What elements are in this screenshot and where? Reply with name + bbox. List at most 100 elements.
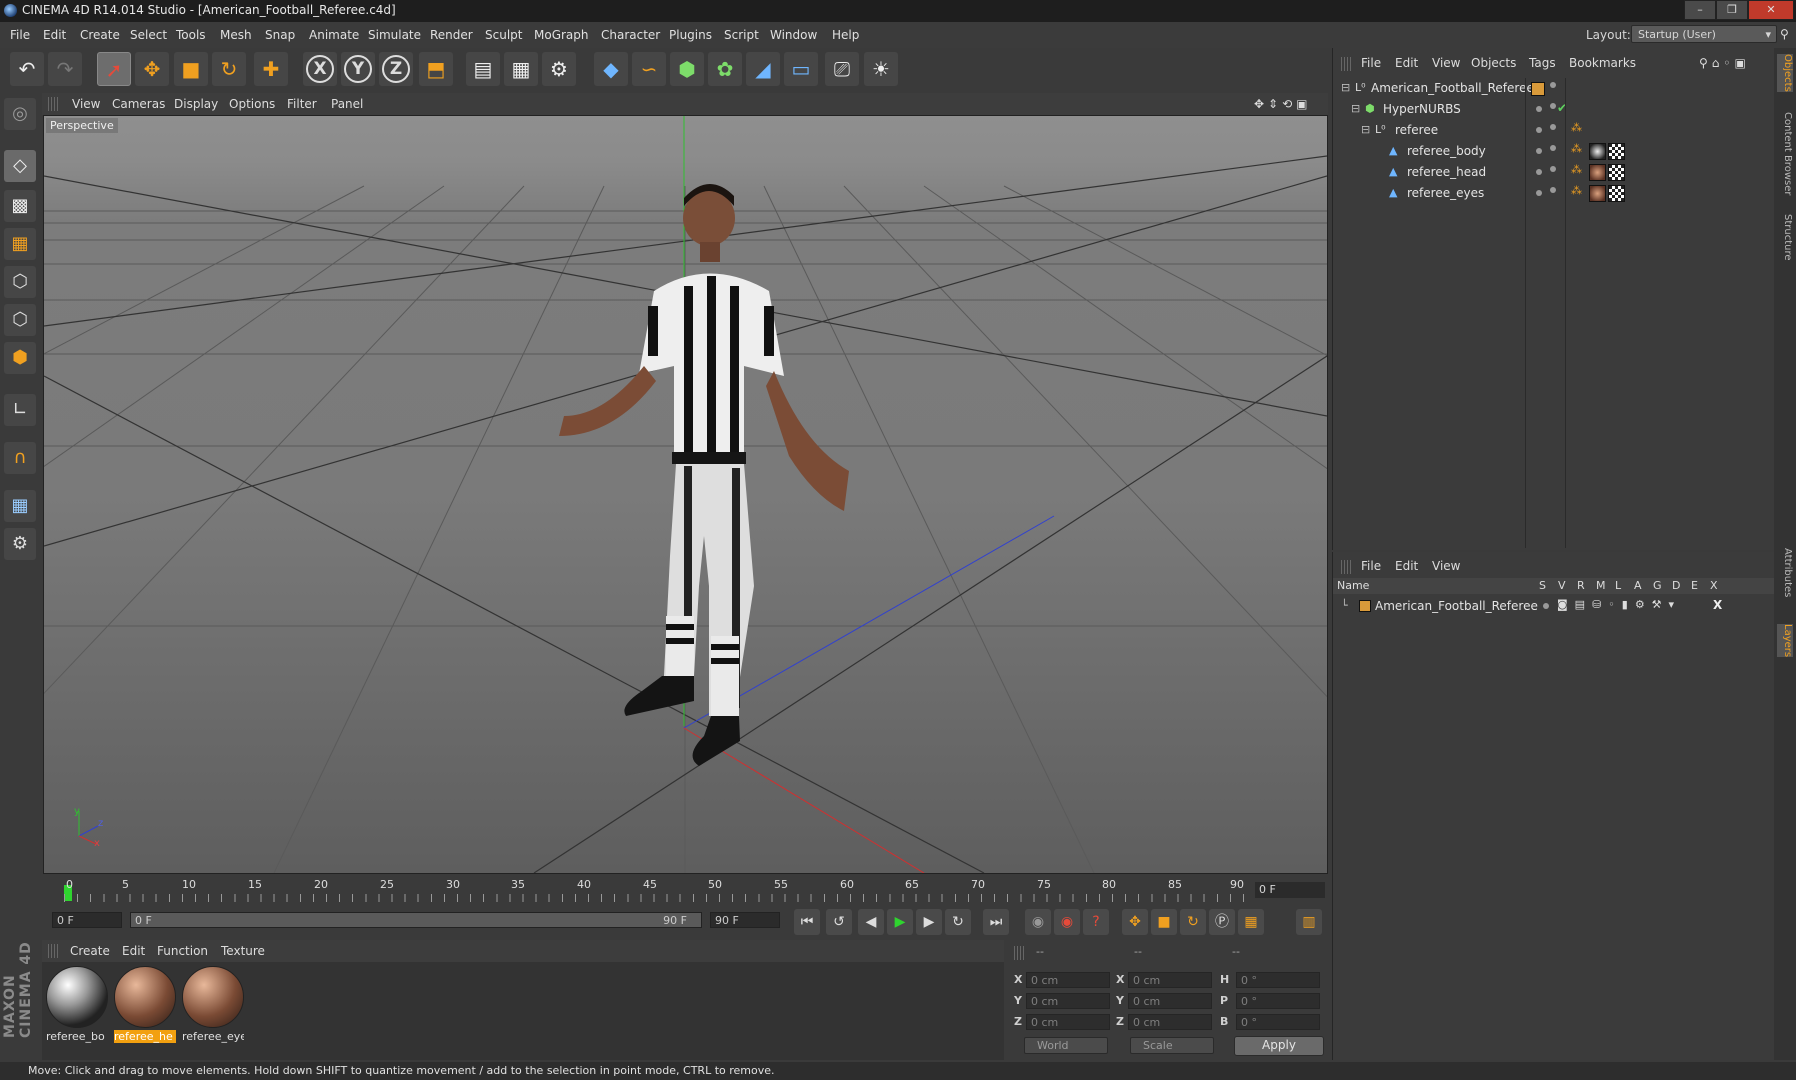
polygons-mode-icon[interactable]: ⬢	[4, 342, 36, 374]
maximize-button[interactable]: ❐	[1716, 0, 1748, 20]
start-frame-field[interactable]: 0 F	[52, 912, 122, 928]
tree-item-american-football-referee[interactable]: ⊟ L⁰ American_Football_Referee	[1333, 78, 1773, 98]
cube-icon[interactable]: ◆	[594, 52, 628, 86]
panel-grip-icon[interactable]	[1014, 946, 1024, 960]
frame-ruler[interactable]: 0 5 10 15 20 25 30 35 40 45 50 55 60 65 …	[52, 878, 1252, 902]
render-view-icon[interactable]: ▤	[466, 52, 500, 86]
tab-layers[interactable]: Layers	[1777, 624, 1793, 658]
column-name[interactable]: Name	[1337, 579, 1369, 592]
coordinate-mode-dropdown[interactable]: World	[1024, 1037, 1108, 1054]
menu-render[interactable]: Render	[430, 28, 473, 42]
tree-item-hypernurbs[interactable]: ⊟ ⬢ HyperNURBS ✔	[1333, 99, 1773, 119]
redo-icon[interactable]: ↷	[48, 52, 82, 86]
size-z-field[interactable]: 0 cm	[1128, 1014, 1212, 1030]
light-icon[interactable]: ☀	[864, 52, 898, 86]
uvw-tag-icon[interactable]	[1608, 143, 1625, 160]
layer-flag-icons[interactable]: ◙▤⛁◦▮⚙⚒▾	[1557, 598, 1681, 611]
layer-color-swatch[interactable]	[1359, 600, 1371, 612]
viewport-menu-display[interactable]: Display	[174, 97, 218, 111]
y-axis-icon[interactable]: Y	[341, 52, 375, 86]
material-referee-eyes[interactable]: referee_eye	[182, 966, 244, 1044]
material-tag-head[interactable]	[1589, 164, 1606, 181]
undo-icon[interactable]: ↶	[10, 52, 44, 86]
column-locked[interactable]: L	[1615, 579, 1621, 592]
column-solo[interactable]: S	[1539, 579, 1546, 592]
visibility-dot[interactable]	[1536, 127, 1542, 133]
move-icon[interactable]: ✥	[135, 52, 169, 86]
menu-script[interactable]: Script	[724, 28, 759, 42]
coordinate-system-icon[interactable]: ⬒	[419, 52, 453, 86]
material-referee-body[interactable]: referee_bo	[46, 966, 108, 1044]
object-manager-nav-icons[interactable]: ⚲⌂◦▣	[1699, 56, 1750, 70]
coordinate-type-dropdown[interactable]: Scale	[1130, 1037, 1214, 1054]
render-dot[interactable]	[1550, 145, 1556, 151]
tab-content-browser[interactable]: Content Browser	[1777, 112, 1793, 195]
model-mode-icon[interactable]: ◇	[4, 150, 36, 182]
layer-solo-toggle[interactable]	[1543, 603, 1549, 609]
column-visible[interactable]: V	[1558, 579, 1566, 592]
visibility-dot[interactable]	[1536, 106, 1542, 112]
tree-item-referee-head[interactable]: ▲ referee_head ⁂	[1333, 162, 1773, 182]
snap-magnet-icon[interactable]: ∩	[4, 442, 36, 474]
record-keys-icon[interactable]: ◉	[1025, 909, 1051, 935]
z-axis-icon[interactable]: Z	[379, 52, 413, 86]
last-tool-icon[interactable]: ✚	[254, 52, 288, 86]
menu-character[interactable]: Character	[601, 28, 660, 42]
scale-icon[interactable]: ■	[174, 52, 208, 86]
column-render[interactable]: R	[1577, 579, 1585, 592]
uvw-tag-icon[interactable]	[1608, 164, 1625, 181]
column-animation[interactable]: A	[1634, 579, 1642, 592]
objects-menu-file[interactable]: File	[1361, 56, 1381, 70]
live-selection-icon[interactable]: ➚	[97, 52, 131, 86]
panel-grip-icon[interactable]	[1341, 560, 1351, 574]
menu-mesh[interactable]: Mesh	[220, 28, 252, 42]
spline-pen-icon[interactable]: ∽	[632, 52, 666, 86]
layers-menu-edit[interactable]: Edit	[1395, 559, 1418, 573]
soft-selection-icon[interactable]: ⚙	[4, 528, 36, 560]
column-divider[interactable]	[1525, 78, 1526, 548]
objects-menu-view[interactable]: View	[1432, 56, 1460, 70]
panel-grip-icon[interactable]	[48, 97, 58, 111]
edit-render-settings-icon[interactable]: ⚙	[542, 52, 576, 86]
keyframe-selection-icon[interactable]: ?	[1083, 909, 1109, 935]
material-referee-head[interactable]: referee_he	[114, 966, 176, 1044]
apply-button[interactable]: Apply	[1234, 1036, 1324, 1056]
column-manager[interactable]: M	[1596, 579, 1606, 592]
objects-menu-bookmarks[interactable]: Bookmarks	[1569, 56, 1636, 70]
tab-structure[interactable]: Structure	[1777, 214, 1793, 261]
phong-tag-icon[interactable]: ⁂	[1571, 163, 1582, 176]
layer-row[interactable]: └ American_Football_Referee ◙▤⛁◦▮⚙⚒▾ X	[1333, 596, 1773, 616]
render-dot[interactable]	[1550, 103, 1556, 109]
make-editable-icon[interactable]: ◎	[4, 98, 36, 130]
layers-menu-view[interactable]: View	[1432, 559, 1460, 573]
rot-h-field[interactable]: 0 °	[1236, 972, 1320, 988]
camera-icon[interactable]: ⎚	[825, 52, 859, 86]
rot-b-field[interactable]: 0 °	[1236, 1014, 1320, 1030]
timeline-ruler[interactable]: 0 5 10 15 20 25 30 35 40 45 50 55 60 65 …	[42, 874, 1330, 904]
menu-select[interactable]: Select	[130, 28, 167, 42]
viewport-menu-panel[interactable]: Panel	[331, 97, 363, 111]
next-key-icon[interactable]: ↻	[945, 909, 971, 935]
collapse-icon[interactable]: ⊟	[1351, 102, 1360, 115]
menu-window[interactable]: Window	[770, 28, 817, 42]
minimize-button[interactable]: –	[1684, 0, 1716, 20]
auto-keying-icon[interactable]: ◉	[1054, 909, 1080, 935]
menu-plugins[interactable]: Plugins	[669, 28, 712, 42]
visibility-dot[interactable]	[1550, 82, 1556, 88]
menu-snap[interactable]: Snap	[265, 28, 295, 42]
previous-frame-icon[interactable]: ◀	[858, 909, 884, 935]
menu-help[interactable]: Help	[832, 28, 859, 42]
tree-item-referee-body[interactable]: ▲ referee_body ⁂	[1333, 141, 1773, 161]
viewport-menu-cameras[interactable]: Cameras	[112, 97, 165, 111]
end-frame-field[interactable]: 90 F	[710, 912, 780, 928]
viewport-camera-label[interactable]: Perspective	[46, 118, 118, 133]
visibility-dot[interactable]	[1536, 169, 1542, 175]
tree-item-referee[interactable]: ⊟ L⁰ referee ⁂	[1333, 120, 1773, 140]
axis-mode-icon[interactable]: ∟	[4, 394, 36, 426]
pos-y-field[interactable]: 0 cm	[1026, 993, 1110, 1009]
menu-edit[interactable]: Edit	[43, 28, 66, 42]
rot-p-field[interactable]: 0 °	[1236, 993, 1320, 1009]
tab-objects[interactable]: Objects	[1777, 54, 1793, 92]
workplane-lock-icon[interactable]: ▦	[4, 490, 36, 522]
play-icon[interactable]: ▶	[887, 909, 913, 935]
